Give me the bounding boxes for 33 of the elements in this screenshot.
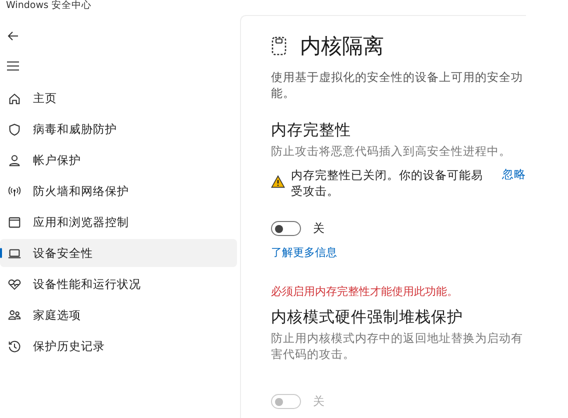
window-title: Windows 安全中心 (5, 0, 92, 13)
error-message: 必须启用内存完整性才能使用此功能。 (271, 284, 459, 299)
back-icon[interactable] (7, 30, 19, 42)
heart-icon (7, 276, 22, 292)
shield-icon (7, 122, 22, 136)
history-icon (7, 338, 22, 354)
sidebar-item[interactable]: 帐户保护 (0, 146, 237, 174)
toggle-switch[interactable] (271, 221, 301, 236)
page-description: 使用基于虚拟化的安全性的设备上可用的安全功能。 (271, 69, 523, 101)
page-title: 内核隔离 (300, 33, 384, 60)
sidebar-item[interactable]: 家庭选项 (0, 301, 237, 329)
sidebar-item[interactable]: 主页 (0, 84, 237, 112)
sidebar-item[interactable]: 设备安全性 (0, 239, 237, 267)
warning-message: 内存完整性已关闭。你的设备可能易受攻击。 (291, 167, 484, 199)
section-heading: 内存完整性 (271, 120, 352, 141)
warning-icon (271, 175, 285, 188)
section-heading: 内核模式硬件强制堆栈保护 (271, 307, 464, 328)
sidebar-item[interactable]: 应用和浏览器控制 (0, 208, 237, 236)
sidebar-item[interactable]: 病毒和威胁防护 (0, 115, 237, 143)
sidebar-item[interactable]: 设备性能和运行状况 (0, 270, 237, 298)
dismiss-link[interactable]: 忽略 (502, 167, 526, 182)
menu-icon[interactable] (7, 61, 19, 71)
learn-more-link[interactable]: 了解更多信息 (271, 245, 337, 260)
toggle-label: 关 (313, 221, 325, 236)
sidebar-item[interactable]: 防火墙和网络保护 (0, 177, 237, 205)
people-icon (7, 308, 22, 322)
sidebar-item[interactable]: 保护历史记录 (0, 332, 237, 360)
toggle-label: 关 (313, 394, 325, 409)
person-icon (7, 152, 22, 168)
section-description: 防止用内核模式内存中的返回地址替换为启动有害代码的攻击。 (271, 330, 524, 362)
chip-icon (271, 36, 287, 56)
section-description: 防止攻击将恶意代码插入到高安全性进程中。 (271, 143, 512, 159)
window-icon (7, 214, 22, 230)
